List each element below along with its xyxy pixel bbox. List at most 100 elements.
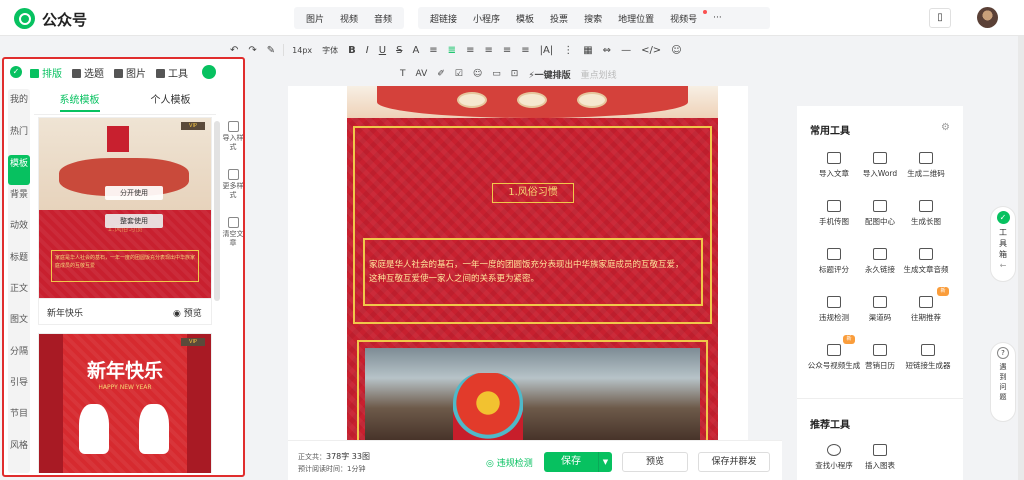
- undo-icon[interactable]: ↶: [230, 45, 238, 56]
- align-center-icon[interactable]: ≡: [466, 45, 474, 56]
- letter-spacing-icon[interactable]: AV: [416, 69, 428, 79]
- category-background[interactable]: 背景: [8, 186, 30, 216]
- indent-icon[interactable]: |A|: [540, 45, 554, 56]
- checkbox-icon[interactable]: ☑: [455, 69, 463, 79]
- font-color-icon[interactable]: A: [412, 45, 419, 56]
- underline-icon[interactable]: U: [379, 45, 386, 56]
- code-icon[interactable]: </>: [641, 45, 661, 56]
- text-style-icon[interactable]: T: [400, 69, 406, 79]
- tool-permalink[interactable]: 永久链接: [855, 248, 905, 275]
- frame-icon[interactable]: ▭: [492, 69, 501, 79]
- violation-check-button[interactable]: ◎ 违规检测: [486, 456, 533, 469]
- more-styles-button[interactable]: 更多样式: [222, 169, 244, 200]
- tab-tools[interactable]: 工具: [156, 65, 188, 80]
- tool-import-article[interactable]: 导入文章: [809, 152, 859, 179]
- tool-article-audio[interactable]: 生成文章音频: [901, 248, 951, 275]
- preview-button[interactable]: 预览: [622, 452, 688, 472]
- section-title[interactable]: 1.风俗习惯: [492, 183, 574, 203]
- redo-icon[interactable]: ↷: [248, 45, 256, 56]
- font-family-select[interactable]: 字体: [322, 45, 338, 56]
- insert-hyperlink[interactable]: 超链接: [422, 12, 465, 25]
- tool-violation-check[interactable]: 违规检测: [809, 296, 859, 323]
- template-card[interactable]: 新年快乐 HAPPY NEW YEAR VIP: [38, 333, 212, 473]
- tab-topics[interactable]: 选题: [72, 65, 104, 80]
- clear-article-button[interactable]: 清空文章: [222, 217, 244, 248]
- category-image-text[interactable]: 图文: [8, 311, 30, 341]
- insert-channels[interactable]: 视频号: [662, 9, 708, 25]
- tool-past-recommend[interactable]: 往期推荐: [901, 296, 951, 323]
- insert-vote[interactable]: 投票: [542, 12, 576, 25]
- tool-short-link[interactable]: 短链接生成器: [897, 344, 959, 371]
- toolbox-float-button[interactable]: ✓ 工具箱 ←: [990, 206, 1016, 282]
- help-float-button[interactable]: ? 遇到问题: [990, 342, 1016, 422]
- tool-image-center[interactable]: 配图中心: [855, 200, 905, 227]
- device-preview-icon[interactable]: ▯: [929, 8, 951, 28]
- category-divider[interactable]: 分隔: [8, 343, 30, 373]
- tab-layout[interactable]: 排版: [30, 65, 62, 80]
- avatar[interactable]: [977, 7, 998, 28]
- tab-system-templates[interactable]: 系统模板: [34, 89, 125, 114]
- tool-title-score[interactable]: 标题评分: [809, 248, 859, 275]
- one-click-layout-button[interactable]: ⚡一键排版: [528, 68, 570, 81]
- tab-personal-templates[interactable]: 个人模板: [125, 89, 216, 114]
- category-hot[interactable]: 热门: [8, 123, 30, 153]
- lion-dance-photo[interactable]: [365, 348, 700, 440]
- tool-insert-chart[interactable]: 插入图表: [855, 444, 905, 471]
- category-template[interactable]: 模板: [8, 155, 30, 185]
- table-icon[interactable]: ▦: [583, 45, 592, 56]
- tool-channel-code[interactable]: 渠道码: [855, 296, 905, 323]
- clear-format-icon[interactable]: ✐: [437, 69, 445, 79]
- line-height-icon[interactable]: ≡: [521, 45, 529, 56]
- font-size-select[interactable]: 14px: [292, 46, 312, 55]
- template-card[interactable]: VIP 1.风俗习惯 家庭是华人社会的基石，一年一度的团圆饭充分表现出中华族家庭…: [38, 117, 212, 325]
- quote-icon[interactable]: ≡: [429, 45, 437, 56]
- gear-icon[interactable]: ⚙: [941, 122, 950, 133]
- sticker-icon[interactable]: ☺: [473, 69, 482, 79]
- divider-line-icon[interactable]: —: [621, 45, 631, 56]
- page-scrollbar[interactable]: [1018, 36, 1024, 480]
- tool-qrcode[interactable]: 生成二维码: [901, 152, 951, 179]
- use-whole-set-button[interactable]: 整套使用: [105, 214, 163, 228]
- save-button[interactable]: 保存 ▼: [544, 452, 612, 472]
- insert-video[interactable]: 视频: [332, 12, 366, 25]
- use-separately-button[interactable]: 分开使用: [105, 186, 163, 200]
- highlight-underline-button[interactable]: 重点划线: [581, 68, 617, 81]
- insert-location[interactable]: 地理位置: [610, 12, 662, 25]
- tool-long-image[interactable]: 生成长图: [901, 200, 951, 227]
- align-right-icon[interactable]: ≡: [484, 45, 492, 56]
- article-paragraph[interactable]: 家庭是华人社会的基石，一年一度的团圆饭充分表现出中华族家庭成员的互敬互爱，这种互…: [369, 258, 689, 286]
- article-content[interactable]: 1.风俗习惯 家庭是华人社会的基石，一年一度的团圆饭充分表现出中华族家庭成员的互…: [347, 86, 718, 440]
- bold-icon[interactable]: B: [348, 45, 356, 56]
- list-icon[interactable]: ⋮: [563, 45, 573, 56]
- link-icon[interactable]: ⇔: [603, 45, 611, 56]
- tab-images[interactable]: 图片: [114, 65, 146, 80]
- card-preview-link[interactable]: ◉ 预览: [173, 306, 202, 319]
- save-and-send-button[interactable]: 保存并群发: [698, 452, 770, 472]
- format-painter-icon[interactable]: ✎: [267, 45, 275, 56]
- category-festival[interactable]: 节目: [8, 405, 30, 435]
- align-left-icon[interactable]: ≣: [448, 45, 456, 56]
- justify-icon[interactable]: ≡: [503, 45, 511, 56]
- category-title[interactable]: 标题: [8, 249, 30, 279]
- tool-import-word[interactable]: 导入Word: [855, 152, 905, 179]
- insert-image[interactable]: 图片: [298, 12, 332, 25]
- product-icon[interactable]: ⊡: [511, 69, 519, 79]
- category-body[interactable]: 正文: [8, 280, 30, 310]
- category-mine[interactable]: 我的: [8, 91, 30, 121]
- import-style-button[interactable]: 导入样式: [222, 121, 244, 152]
- insert-search[interactable]: 搜索: [576, 12, 610, 25]
- template-scrollbar[interactable]: [214, 121, 220, 301]
- insert-miniprogram[interactable]: 小程序: [465, 12, 508, 25]
- emoji-icon[interactable]: ☺: [671, 45, 681, 56]
- insert-audio[interactable]: 音频: [366, 12, 400, 25]
- editor-canvas[interactable]: 1.风俗习惯 家庭是华人社会的基石，一年一度的团圆饭充分表现出中华族家庭成员的互…: [288, 86, 748, 440]
- status-dot-icon[interactable]: [202, 65, 216, 79]
- category-guide[interactable]: 引导: [8, 374, 30, 404]
- category-style[interactable]: 风格: [8, 437, 30, 467]
- chevron-down-icon[interactable]: ▼: [598, 452, 612, 472]
- tool-find-miniprogram[interactable]: 查找小程序: [809, 444, 859, 471]
- insert-template[interactable]: 模板: [508, 12, 542, 25]
- tool-phone-upload[interactable]: 手机传图: [809, 200, 859, 227]
- category-animation[interactable]: 动效: [8, 217, 30, 247]
- strikethrough-icon[interactable]: S: [396, 45, 402, 56]
